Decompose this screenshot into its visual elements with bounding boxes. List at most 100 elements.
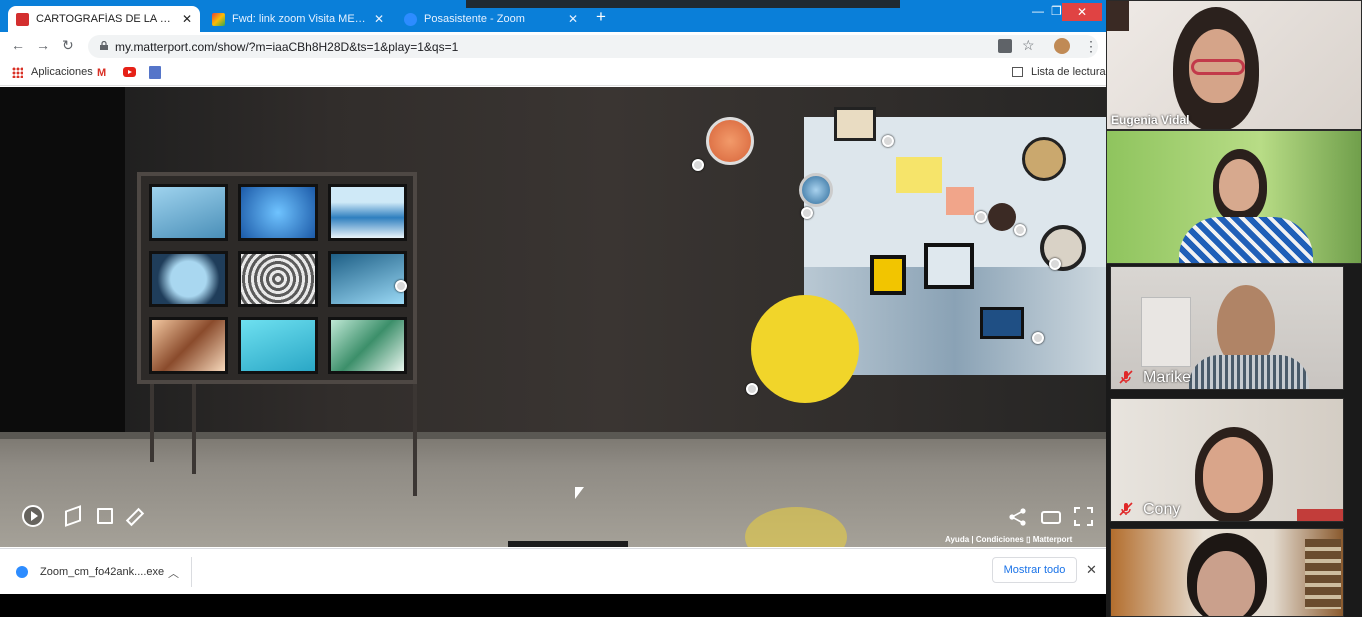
forward-icon[interactable]: → bbox=[36, 37, 50, 53]
back-icon[interactable]: ← bbox=[11, 37, 25, 53]
participant-name: Cony bbox=[1143, 501, 1181, 518]
download-item[interactable]: Zoom_cm_fo42ank....exe ︿ bbox=[12, 557, 192, 587]
participant-face bbox=[1219, 159, 1259, 211]
video-screen bbox=[238, 250, 318, 308]
bookmark-star-icon[interactable]: ☆ bbox=[1022, 37, 1035, 54]
mattertag-marker[interactable] bbox=[882, 135, 894, 147]
mattertag-marker[interactable] bbox=[1049, 258, 1061, 270]
bookmark-apps[interactable]: Aplicaciones bbox=[31, 66, 93, 78]
framed-drawing bbox=[834, 107, 876, 141]
address-bar[interactable]: my.matterport.com/show/?m=iaaCBh8H28D&ts… bbox=[88, 35, 1098, 58]
framed-print bbox=[924, 243, 974, 289]
tab-cartografias[interactable]: CARTOGRAFÍAS DE LA SANGRE ✕ bbox=[8, 6, 200, 32]
tab-title: Fwd: link zoom Visita MEdiada - bbox=[232, 13, 368, 25]
download-bar: Zoom_cm_fo42ank....exe ︿ Mostrar todo ✕ bbox=[0, 548, 1106, 594]
glasses bbox=[1191, 59, 1245, 75]
background-door bbox=[1141, 297, 1191, 367]
video-screen bbox=[149, 250, 229, 308]
share-icon[interactable] bbox=[1008, 507, 1028, 527]
cabinet-leg bbox=[150, 384, 154, 462]
docs-bookmark-icon[interactable] bbox=[149, 66, 161, 79]
red-square-icon bbox=[16, 12, 29, 26]
minimize-icon[interactable]: — bbox=[1032, 4, 1044, 18]
cabinet-leg bbox=[192, 384, 196, 474]
mattertag-marker[interactable] bbox=[746, 383, 758, 395]
floorplan-icon[interactable] bbox=[97, 508, 113, 524]
gallery-floor bbox=[0, 439, 1106, 547]
participant-name: Marike bbox=[1143, 369, 1192, 386]
download-filename: Zoom_cm_fo42ank....exe bbox=[40, 566, 165, 578]
translate-icon[interactable] bbox=[998, 39, 1012, 53]
dark-circle bbox=[988, 203, 1016, 231]
background-object bbox=[1297, 509, 1343, 521]
video-screen bbox=[327, 250, 407, 308]
muted-mic-icon bbox=[1119, 502, 1133, 516]
reading-list-icon[interactable] bbox=[1012, 67, 1023, 77]
participant-top bbox=[1189, 355, 1309, 389]
round-orange-artwork bbox=[706, 117, 754, 165]
video-installation-cabinet bbox=[137, 172, 417, 384]
pink-card bbox=[946, 187, 974, 215]
zoom-participant-gallery: Eugenia Vidal Marike Cony bbox=[1106, 0, 1362, 617]
cabinet-leg bbox=[413, 384, 417, 496]
reading-list-label[interactable]: Lista de lectura bbox=[1031, 66, 1106, 78]
maximize-icon[interactable]: ❐ bbox=[1051, 4, 1062, 18]
video-screen bbox=[327, 317, 407, 374]
gmail-bookmark-icon[interactable]: M bbox=[97, 67, 106, 79]
show-all-button[interactable]: Mostrar todo bbox=[992, 557, 1077, 583]
window-close-button[interactable]: ✕ bbox=[1062, 3, 1102, 21]
youtube-bookmark-icon[interactable] bbox=[123, 67, 136, 77]
framed-blue-print bbox=[980, 307, 1024, 339]
participant-tile[interactable]: Eugenia Vidal bbox=[1106, 0, 1362, 130]
mattertag-marker[interactable] bbox=[1032, 332, 1044, 344]
round-frame bbox=[1040, 225, 1086, 271]
browser-window: CARTOGRAFÍAS DE LA SANGRE ✕ Fwd: link zo… bbox=[0, 0, 1106, 594]
participant-face bbox=[1197, 551, 1255, 616]
mouse-cursor bbox=[575, 487, 584, 499]
muted-mic-icon bbox=[1119, 370, 1133, 384]
reload-icon[interactable]: ↻ bbox=[62, 37, 74, 54]
play-icon[interactable] bbox=[22, 505, 44, 527]
mattertag-marker[interactable] bbox=[1014, 224, 1026, 236]
floor-label-plate bbox=[508, 541, 628, 547]
video-screens-grid bbox=[149, 184, 407, 374]
browser-menu-icon[interactable]: ⋮ bbox=[1084, 38, 1098, 55]
screen-root: CARTOGRAFÍAS DE LA SANGRE ✕ Fwd: link zo… bbox=[0, 0, 1362, 617]
profile-avatar-icon[interactable] bbox=[1054, 38, 1070, 54]
participant-tile[interactable]: Cony bbox=[1110, 398, 1344, 522]
mattertag-marker[interactable] bbox=[975, 211, 987, 223]
tab-title: CARTOGRAFÍAS DE LA SANGRE bbox=[36, 13, 176, 25]
chevron-up-icon[interactable]: ︿ bbox=[168, 565, 179, 581]
lock-icon bbox=[100, 41, 108, 50]
tab-title: Posasistente - Zoom bbox=[424, 13, 525, 25]
browser-toolbar: ← → ↻ my.matterport.com/show/?m=iaaCBh8H… bbox=[0, 32, 1106, 60]
participant-tile[interactable] bbox=[1110, 528, 1344, 617]
vr-icon[interactable] bbox=[1041, 511, 1061, 524]
video-screen bbox=[149, 184, 229, 241]
matterport-viewer[interactable]: Ayuda | Condiciones ▯ Matterport bbox=[0, 87, 1106, 547]
video-screen bbox=[327, 184, 407, 241]
mattertag-marker[interactable] bbox=[801, 207, 813, 219]
participant-sweater bbox=[1179, 217, 1313, 263]
apps-grid-icon[interactable] bbox=[12, 67, 23, 78]
mattertag-marker[interactable] bbox=[692, 159, 704, 171]
fullscreen-icon[interactable] bbox=[1074, 507, 1093, 526]
yellow-note bbox=[896, 157, 942, 193]
close-tab-icon[interactable]: ✕ bbox=[374, 12, 384, 26]
close-download-bar-icon[interactable]: ✕ bbox=[1086, 562, 1097, 578]
bookmarks-bar: Aplicaciones M Lista de lectura bbox=[0, 60, 1106, 86]
participant-tile[interactable] bbox=[1106, 130, 1362, 264]
background-object bbox=[1107, 1, 1129, 31]
new-tab-button[interactable]: + bbox=[596, 8, 606, 26]
gmail-icon bbox=[212, 12, 225, 26]
mattertag-marker[interactable] bbox=[395, 280, 407, 292]
viewer-footer-links[interactable]: Ayuda | Condiciones ▯ Matterport bbox=[945, 535, 1072, 544]
round-frame bbox=[1022, 137, 1066, 181]
tab-strip: CARTOGRAFÍAS DE LA SANGRE ✕ Fwd: link zo… bbox=[0, 0, 1106, 32]
url-text: my.matterport.com/show/?m=iaaCBh8H28D&ts… bbox=[115, 40, 459, 54]
tab-gmail[interactable]: Fwd: link zoom Visita MEdiada - ✕ bbox=[204, 6, 392, 32]
tab-zoom[interactable]: Posasistente - Zoom ✕ bbox=[396, 6, 586, 32]
participant-tile[interactable]: Marike bbox=[1110, 266, 1344, 390]
close-tab-icon[interactable]: ✕ bbox=[568, 12, 578, 26]
close-tab-icon[interactable]: ✕ bbox=[182, 12, 192, 26]
